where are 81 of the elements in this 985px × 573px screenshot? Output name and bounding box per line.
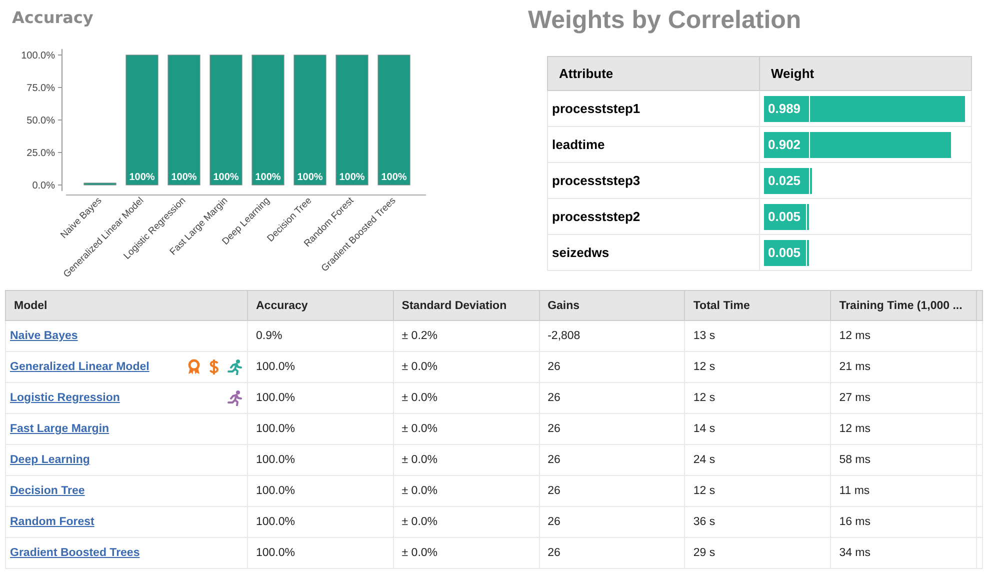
y-tick-label: 50.0% — [26, 116, 55, 126]
column-header: Model — [6, 290, 248, 320]
table-cell: 12 s — [684, 476, 831, 506]
bar-value-label: 100% — [171, 172, 197, 183]
table-cell: ± 0.2% — [393, 320, 540, 352]
weight-bar: 0.989 — [764, 96, 966, 122]
column-header: Attribute — [548, 56, 760, 90]
table-cell: ± 0.0% — [393, 506, 540, 538]
table-cell: ± 0.0% — [393, 476, 540, 506]
column-header: Gains — [539, 290, 685, 320]
table-cell: ± 0.0% — [393, 538, 540, 568]
weight-bar: 0.005 — [764, 204, 809, 230]
table-cell: 26 — [539, 414, 685, 444]
table-cell: 14 s — [684, 414, 831, 444]
model-link[interactable]: Naive Bayes — [10, 330, 78, 342]
table-cell: 0.9% — [248, 320, 394, 352]
table-cell: 29 s — [684, 538, 831, 568]
table-cell: 100.0% — [248, 476, 394, 506]
table-cell: 16 ms — [830, 506, 976, 538]
model-link[interactable]: Decision Tree — [10, 485, 85, 497]
weight-bar: 0.005 — [764, 240, 809, 266]
column-header: Weight — [760, 56, 972, 90]
column-header: Standard Deviation — [393, 290, 540, 320]
attribute-cell: procesststep2 — [548, 198, 760, 234]
attribute-cell: procesststep3 — [548, 162, 760, 198]
model-link[interactable]: Logistic Regression — [10, 392, 120, 404]
bar — [84, 182, 116, 186]
table-cell: 12 s — [684, 352, 831, 382]
attribute-cell: seizedws — [548, 234, 760, 270]
bar-value-label: 100% — [213, 172, 239, 183]
table-cell: 26 — [539, 352, 685, 382]
table-cell: 36 s — [684, 506, 831, 538]
dollar-icon — [209, 359, 219, 375]
table-cell: 26 — [539, 476, 685, 506]
table-cell: 12 s — [684, 382, 831, 414]
table-cell: 12 ms — [830, 414, 976, 444]
table-cell: 100.0% — [248, 506, 394, 538]
attribute-cell: leadtime — [548, 126, 760, 162]
bar-value-label: 100% — [339, 172, 365, 183]
weight-bar: 0.902 — [764, 132, 952, 158]
model-link[interactable]: Fast Large Margin — [10, 423, 110, 435]
award-icon — [187, 359, 201, 375]
table-cell: 12 ms — [830, 320, 976, 352]
table-cell: 26 — [539, 538, 685, 568]
table-cell: -2,808 — [539, 320, 685, 352]
section-title: Weights by Correlation — [528, 6, 802, 35]
bar-value-label: 100% — [255, 172, 281, 183]
model-link[interactable]: Random Forest — [10, 516, 94, 528]
chart-title: Accuracy — [12, 8, 94, 27]
table-cell: 24 s — [684, 444, 831, 476]
column-header: Accuracy — [248, 290, 394, 320]
column-header: Total Time — [684, 290, 831, 320]
table-cell: 21 ms — [830, 352, 976, 382]
table-cell: ± 0.0% — [393, 414, 540, 444]
y-tick-label: 0.0% — [32, 180, 55, 192]
table-cell: ± 0.0% — [393, 444, 540, 476]
table-cell: 100.0% — [248, 414, 394, 444]
y-tick-label: 75.0% — [26, 83, 55, 94]
table-cell: 100.0% — [248, 538, 394, 568]
table-cell: 11 ms — [830, 476, 976, 506]
y-tick-label: 25.0% — [26, 148, 55, 159]
column-header: Training Time (1,000 ... — [830, 290, 976, 320]
weight-bar: 0.025 — [764, 168, 812, 194]
table-cell: 100.0% — [248, 444, 394, 476]
table-cell: 26 — [539, 506, 685, 538]
table-cell: 100.0% — [248, 382, 394, 414]
model-link[interactable]: Deep Learning — [10, 454, 90, 466]
bar-value-label: 100% — [381, 172, 407, 183]
attribute-cell: procesststep1 — [548, 90, 760, 126]
table-cell: ± 0.0% — [393, 382, 540, 414]
bar-value-label: 100% — [297, 172, 323, 183]
table-cell: 100.0% — [248, 352, 394, 382]
table-cell: 27 ms — [830, 382, 976, 414]
table-cell: 26 — [539, 382, 685, 414]
table-cell: 34 ms — [830, 538, 976, 568]
bar-value-label: 100% — [129, 172, 155, 183]
y-tick-label: 100.0% — [21, 50, 55, 62]
table-cell: 13 s — [684, 320, 831, 352]
table-cell: ± 0.0% — [393, 352, 540, 382]
table-cell: 58 ms — [830, 444, 976, 476]
table-cell: 26 — [539, 444, 685, 476]
